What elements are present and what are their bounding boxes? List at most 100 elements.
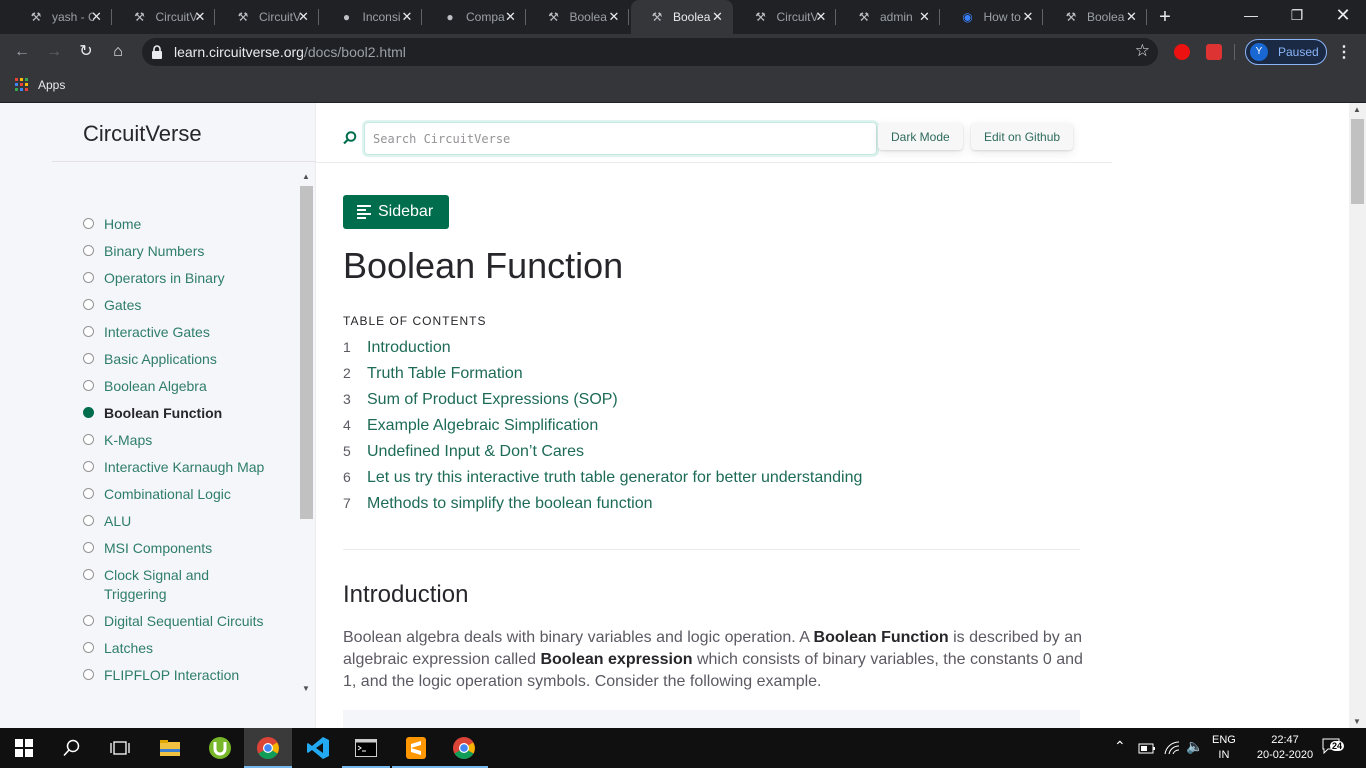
- sidebar-item-boolean-algebra[interactable]: Boolean Algebra: [83, 377, 274, 396]
- chrome-menu-icon[interactable]: ⋮: [1336, 42, 1352, 62]
- apps-bookmark[interactable]: Apps: [38, 78, 65, 92]
- page-scrollbar[interactable]: ▲ ▼: [1349, 103, 1366, 728]
- bookmark-star-icon[interactable]: ☆: [1135, 41, 1150, 61]
- toc-link[interactable]: Introduction: [367, 339, 451, 356]
- sidebar-toggle-button[interactable]: Sidebar: [343, 195, 449, 229]
- utorrent-button[interactable]: [196, 728, 244, 768]
- minimize-button[interactable]: —: [1228, 0, 1274, 32]
- language-indicator[interactable]: ENG IN: [1212, 733, 1236, 763]
- apps-grid-icon[interactable]: [15, 78, 28, 91]
- sidebar-item-clock-signal-and-triggering[interactable]: Clock Signal and Triggering: [83, 566, 274, 604]
- browser-tab[interactable]: ⚒ CircuitV ✕: [114, 0, 215, 34]
- close-window-button[interactable]: ✕: [1320, 0, 1366, 32]
- close-tab-icon[interactable]: ✕: [711, 10, 725, 24]
- sublime-taskbar-button[interactable]: [392, 728, 440, 768]
- close-tab-icon[interactable]: ✕: [400, 10, 414, 24]
- sidebar-item-alu[interactable]: ALU: [83, 512, 274, 531]
- task-view-button[interactable]: [96, 728, 144, 768]
- system-clock[interactable]: 22:47 20-02-2020: [1256, 733, 1314, 763]
- sidebar-item-msi-components[interactable]: MSI Components: [83, 539, 274, 558]
- toc-link[interactable]: Truth Table Formation: [367, 365, 523, 382]
- browser-tab[interactable]: ⚒ CircuitV ✕: [735, 0, 836, 34]
- reload-button[interactable]: ↻: [74, 40, 98, 64]
- dark-mode-button[interactable]: Dark Mode: [878, 123, 963, 150]
- forward-button[interactable]: →: [42, 40, 66, 64]
- close-tab-icon[interactable]: ✕: [1125, 10, 1139, 24]
- sidebar-item-operators-in-binary[interactable]: Operators in Binary: [83, 269, 274, 288]
- browser-tab[interactable]: ⚒ Boolea ✕: [1045, 0, 1147, 34]
- sidebar-item-boolean-function[interactable]: Boolean Function: [83, 404, 274, 423]
- scroll-up-arrow-icon[interactable]: ▲: [302, 172, 310, 181]
- new-tab-button[interactable]: +: [1154, 6, 1176, 28]
- back-button[interactable]: ←: [10, 40, 34, 64]
- sidebar-item-latches[interactable]: Latches: [83, 639, 274, 658]
- close-tab-icon[interactable]: ✕: [193, 10, 207, 24]
- tab-separator: [628, 9, 629, 25]
- sidebar-item-label: Home: [104, 216, 142, 232]
- sidebar-item-basic-applications[interactable]: Basic Applications: [83, 350, 274, 369]
- bullet-icon: [83, 515, 94, 526]
- adblock-extension-icon[interactable]: [1174, 44, 1190, 60]
- start-button[interactable]: [0, 728, 48, 768]
- sidebar-scrollbar[interactable]: ▲ ▼: [299, 170, 314, 695]
- tab-title: admin: [880, 10, 913, 24]
- sidebar-item-binary-numbers[interactable]: Binary Numbers: [83, 242, 274, 261]
- tab-title: Boolea: [1087, 10, 1125, 24]
- close-tab-icon[interactable]: ✕: [814, 10, 828, 24]
- sidebar-item-home[interactable]: Home: [83, 215, 274, 234]
- battery-icon[interactable]: [1138, 741, 1156, 755]
- profile-button[interactable]: Y Paused: [1245, 39, 1327, 65]
- terminal-taskbar-button[interactable]: [342, 728, 390, 768]
- scroll-thumb[interactable]: [1351, 119, 1364, 204]
- scroll-down-arrow-icon[interactable]: ▼: [302, 684, 310, 693]
- maximize-button[interactable]: ❐: [1274, 0, 1320, 32]
- close-tab-icon[interactable]: ✕: [918, 10, 932, 24]
- edit-on-github-button[interactable]: Edit on Github: [971, 123, 1074, 150]
- scroll-down-arrow-icon[interactable]: ▼: [1353, 717, 1361, 726]
- browser-tab[interactable]: ● Inconsi ✕: [321, 0, 422, 34]
- search-input[interactable]: [364, 122, 877, 155]
- tab-title: Boolea: [569, 10, 607, 24]
- search-taskbar-button[interactable]: [48, 728, 96, 768]
- toc-link[interactable]: Methods to simplify the boolean function: [367, 495, 653, 512]
- browser-tab[interactable]: ⚒ admin ✕: [838, 0, 940, 34]
- browser-tab[interactable]: ◉ How to ✕: [942, 0, 1043, 34]
- chrome-taskbar-button-2[interactable]: [440, 728, 488, 768]
- close-tab-icon[interactable]: ✕: [1021, 10, 1035, 24]
- close-tab-icon[interactable]: ✕: [504, 10, 518, 24]
- browser-tab[interactable]: ⚒ yash - C ✕: [10, 0, 112, 34]
- sidebar-item-k-maps[interactable]: K-Maps: [83, 431, 274, 450]
- sidebar-item-combinational-logic[interactable]: Combinational Logic: [83, 485, 274, 504]
- toc-link[interactable]: Example Algebraic Simplification: [367, 417, 598, 434]
- sidebar-item-digital-sequential-circuits[interactable]: Digital Sequential Circuits: [83, 612, 274, 631]
- close-tab-icon[interactable]: ✕: [607, 10, 621, 24]
- sidebar-item-flipflop-interaction[interactable]: FLIPFLOP Interaction: [83, 666, 274, 685]
- toc-link[interactable]: Undefined Input & Don’t Cares: [367, 443, 584, 460]
- github-icon: ●: [342, 10, 351, 24]
- toc-link[interactable]: Sum of Product Expressions (SOP): [367, 391, 618, 408]
- show-hidden-icons-icon[interactable]: ⌃: [1114, 738, 1126, 755]
- browser-tab[interactable]: ⚒ CircuitV ✕: [217, 0, 319, 34]
- volume-icon[interactable]: 🔈: [1186, 738, 1203, 755]
- file-explorer-button[interactable]: [146, 728, 194, 768]
- action-center-button[interactable]: 24: [1322, 738, 1345, 756]
- scroll-up-arrow-icon[interactable]: ▲: [1353, 105, 1361, 114]
- site-brand[interactable]: CircuitVerse: [83, 121, 202, 147]
- vscode-taskbar-button[interactable]: [294, 728, 342, 768]
- toc-link[interactable]: Let us try this interactive truth table …: [367, 469, 862, 486]
- close-tab-icon[interactable]: ✕: [90, 10, 104, 24]
- address-bar[interactable]: learn.circuitverse.org/docs/bool2.html ☆: [142, 38, 1158, 66]
- sidebar-item-label: Combinational Logic: [104, 486, 231, 502]
- extension-icon[interactable]: [1206, 44, 1222, 60]
- browser-tab[interactable]: ● Compa ✕: [424, 0, 526, 34]
- home-button[interactable]: ⌂: [106, 40, 130, 64]
- sidebar-item-gates[interactable]: Gates: [83, 296, 274, 315]
- browser-tab[interactable]: ⚒ Boolea ✕: [528, 0, 629, 34]
- sidebar-item-interactive-karnaugh-map[interactable]: Interactive Karnaugh Map: [83, 458, 274, 477]
- scroll-thumb[interactable]: [300, 186, 313, 519]
- wifi-icon[interactable]: [1163, 740, 1181, 756]
- close-tab-icon[interactable]: ✕: [297, 10, 311, 24]
- browser-tab[interactable]: ⚒ Boolea ✕: [631, 0, 733, 34]
- sidebar-item-interactive-gates[interactable]: Interactive Gates: [83, 323, 274, 342]
- chrome-taskbar-button[interactable]: [244, 728, 292, 768]
